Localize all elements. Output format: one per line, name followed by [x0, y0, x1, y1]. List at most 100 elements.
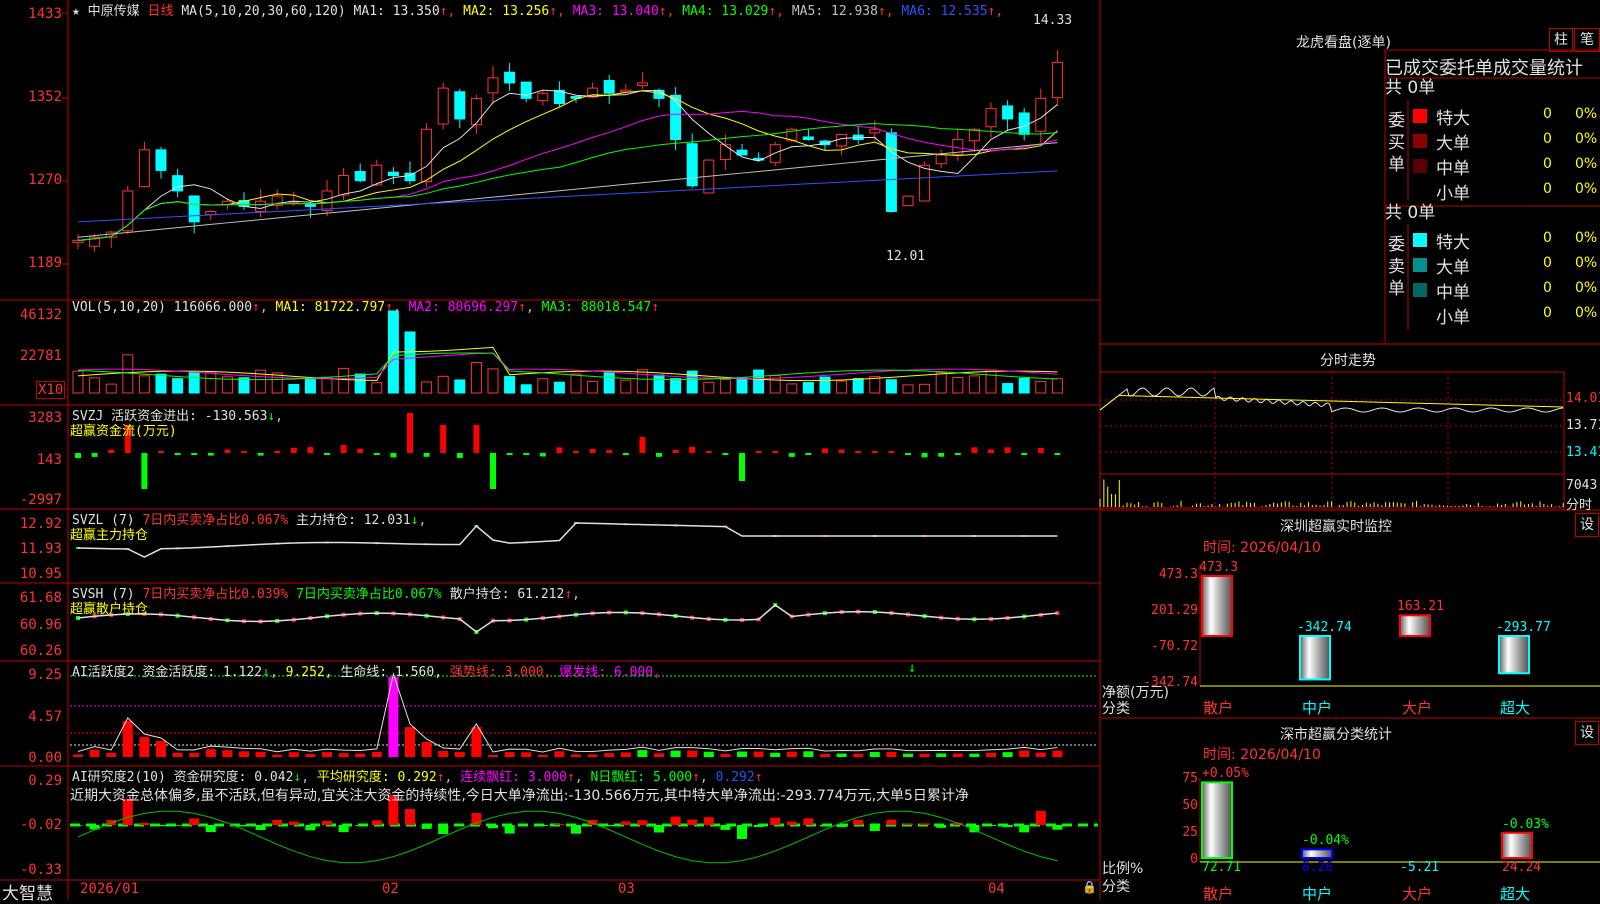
stroke-mode-button[interactable]: 笔 — [1574, 28, 1600, 52]
bar-mode-button[interactable]: 柱 — [1549, 28, 1573, 52]
svzj-bar — [307, 447, 313, 453]
brand-logo[interactable]: 大智慧 — [2, 879, 53, 904]
stock-name[interactable]: 中原传媒 — [88, 4, 140, 19]
sz-monitor-value-3: -293.77 — [1496, 620, 1551, 635]
svzj-bar — [291, 448, 297, 453]
svzj-bar — [457, 453, 463, 458]
price-tick-1: 1433 — [0, 6, 62, 22]
volume-bar — [837, 381, 847, 393]
svzj-bar — [473, 425, 479, 453]
svzl-tick-3: 10.95 — [0, 566, 62, 582]
svzj-tick-1: 3283 — [0, 410, 62, 426]
candle-body — [521, 82, 531, 98]
ai-active-value2: 9.252, — [286, 665, 333, 680]
svzj-bar — [789, 453, 795, 457]
sz-class-cat-1: 中户 — [1302, 883, 1332, 904]
ai-research-bar — [870, 825, 880, 831]
svzj-bar — [224, 450, 230, 453]
ai-research-bar — [886, 820, 896, 825]
volume-bar — [405, 332, 415, 393]
vol-ma3: 88018.547 — [581, 300, 651, 315]
candle-body — [803, 137, 813, 140]
svsh-tick-3: 60.26 — [0, 643, 62, 659]
sz-monitor-settings-button[interactable]: 设 — [1575, 513, 1599, 537]
ai-research-bar — [754, 825, 764, 827]
ai-active-bar — [73, 754, 83, 757]
volume-bar — [272, 373, 282, 393]
ai-active-bar — [521, 752, 531, 757]
buy-row-count-2: 0 — [1543, 156, 1552, 172]
x-label-apr: 04 — [988, 881, 1005, 897]
candle-body — [405, 173, 415, 180]
svsh-tick-2: 60.96 — [0, 617, 62, 633]
buy-color-swatch-0 — [1413, 109, 1427, 123]
candle-body — [671, 95, 681, 139]
svzj-bar — [872, 451, 878, 453]
ai-research-bar — [820, 825, 830, 827]
ai-active-bar — [986, 753, 996, 757]
volume-bar — [920, 384, 930, 393]
svzl-label2: 主力持仓: — [296, 513, 356, 528]
sz-monitor-bar-0 — [1202, 576, 1232, 636]
svzj-bar — [772, 451, 778, 453]
sell-side-label: 委卖单 — [1388, 234, 1406, 300]
sz-class-bar-0 — [1202, 782, 1232, 858]
ai-research-bar — [289, 822, 299, 825]
candle-body — [770, 145, 780, 163]
ai-research-header: AI研究度2(10) 资金研究度: 0.042↓, 平均研究度: 0.292↑,… — [72, 766, 763, 785]
svzj-tick-2: 143 — [0, 452, 62, 468]
ai-active-bar — [90, 750, 100, 757]
ma-value-6: MA6: 12.535 — [894, 4, 988, 19]
ma-value-1: MA1: 13.350 — [354, 4, 440, 19]
sell-row-count-0: 0 — [1543, 230, 1552, 246]
ai-research-bar — [256, 825, 266, 830]
sell-row-count-2: 0 — [1543, 280, 1552, 296]
ai-active-line — [78, 674, 1057, 752]
candle-body — [455, 92, 465, 119]
ai-active-bar — [505, 752, 515, 757]
volume-bar — [1019, 378, 1029, 393]
ai-research-bar — [322, 821, 332, 825]
svzj-bar — [424, 453, 430, 457]
ai-research-bar — [920, 823, 930, 825]
svzj-bar — [108, 450, 114, 453]
ai-active-bar — [405, 727, 415, 757]
ma-values: MA1: 13.350↑, MA2: 13.256↑, MA3: 13.040↑… — [354, 4, 1004, 19]
svzj-bar — [490, 453, 496, 489]
candle-body — [886, 133, 896, 212]
ai-active-bar — [837, 754, 847, 757]
sz-monitor-cat-3: 超大 — [1500, 697, 1530, 718]
volume-bar — [588, 381, 598, 393]
lock-icon[interactable]: 🔒 — [1082, 880, 1097, 894]
ai-active-bar — [886, 752, 896, 757]
low-price-label: 12.01 — [886, 249, 925, 264]
ai-research-bar — [604, 825, 614, 826]
sz-class-cat-2: 大户 — [1402, 883, 1432, 904]
star-icon[interactable]: ★ — [72, 4, 80, 19]
ai-active-bar — [256, 752, 266, 757]
svzj-bar — [341, 445, 347, 453]
sell-row-count-3: 0 — [1543, 305, 1552, 321]
buy-row-count-1: 0 — [1543, 131, 1552, 147]
kline-chart-canvas[interactable]: ↓ — [0, 0, 1600, 900]
intraday-tick-1: 14.01 — [1566, 391, 1600, 406]
ma-value-4: MA4: 13.029 — [674, 4, 768, 19]
svzj-bar — [175, 453, 181, 455]
volume-bar — [123, 355, 133, 393]
svzj-bar — [158, 451, 164, 453]
svzj-bar — [92, 453, 98, 457]
sz-class-settings-button[interactable]: 设 — [1575, 721, 1599, 745]
sell-row-pct-0: 0% — [1575, 230, 1597, 246]
candle-body — [720, 145, 730, 160]
ai-research-bar — [422, 825, 432, 829]
ai-active-bar — [687, 751, 697, 757]
volume-bar — [604, 373, 614, 393]
volume-bar — [139, 376, 149, 393]
candle-body — [139, 150, 149, 187]
intraday-title: 分时走势 — [1320, 350, 1376, 370]
candle-body — [1019, 113, 1029, 134]
svzl-value: 12.031 — [364, 513, 411, 528]
svzj-bar — [390, 453, 396, 457]
period-label[interactable]: 日线 — [148, 4, 174, 19]
svzj-bar — [1054, 453, 1060, 455]
